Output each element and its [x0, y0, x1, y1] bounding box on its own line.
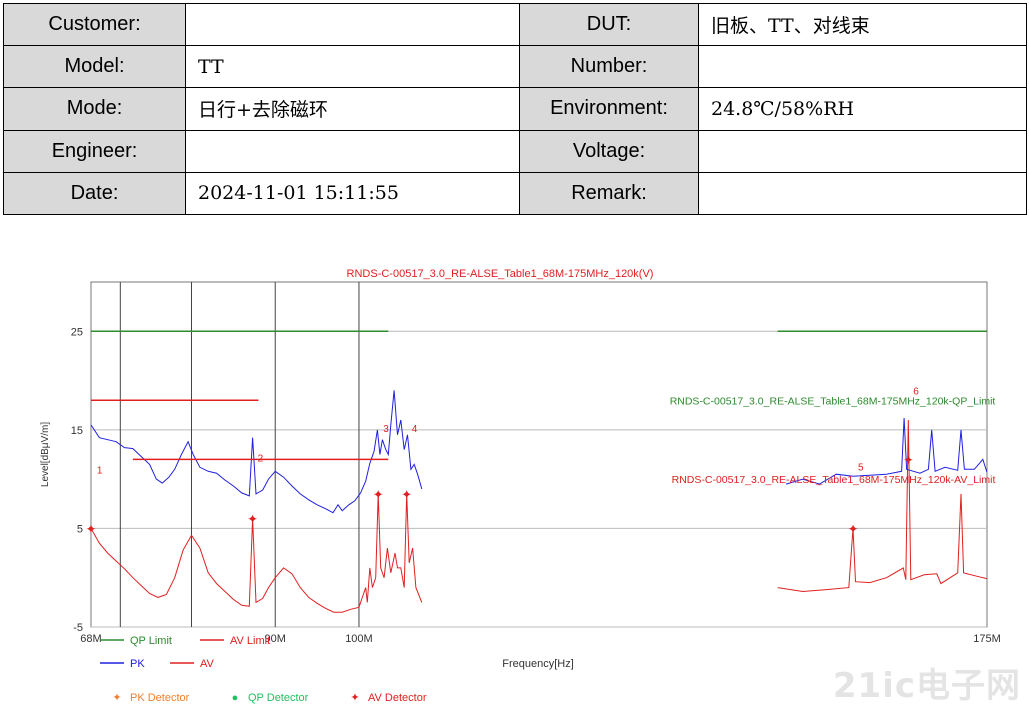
- mode-value: 日行+去除磁环: [185, 87, 520, 131]
- y-axis-label: Level[dBμV/m]: [40, 422, 51, 487]
- marker-label: 3: [383, 424, 389, 435]
- plot-frame: [90, 281, 988, 628]
- customer-value: [185, 2, 520, 47]
- av-detector-point: ✦: [86, 521, 97, 536]
- table-row: Engineer: Voltage:: [3, 129, 1027, 173]
- engineer-value: [185, 129, 520, 173]
- voltage-value: [698, 129, 1027, 173]
- model-label: Model:: [3, 45, 186, 89]
- engineer-label: Engineer:: [3, 129, 186, 173]
- limit-annotation: RNDS-C-00517_3.0_RE-ALSE_Table1_68M-175M…: [672, 474, 996, 486]
- x-tick-label: 100M: [345, 633, 373, 645]
- table-row: Model: TT Number:: [3, 45, 1027, 89]
- y-tick-label: 15: [71, 425, 83, 437]
- legend-label: QP Limit: [130, 635, 172, 647]
- marker-label: 1: [97, 465, 103, 476]
- av-detector-point: ✦: [401, 487, 412, 502]
- legend-detector-label: QP Detector: [248, 692, 309, 704]
- table-row: Customer: DUT: 旧板、TT、对线束: [3, 2, 1027, 47]
- legend-label: PK: [130, 658, 145, 670]
- number-label: Number:: [519, 45, 699, 89]
- emission-chart: RNDS-C-00517_3.0_RE-ALSE_Table1_68M-175M…: [40, 268, 1001, 704]
- x-axis-label: Frequency[Hz]: [502, 658, 574, 670]
- legend-label: AV Limit: [230, 635, 270, 647]
- number-value: [698, 45, 1027, 89]
- chart-title: RNDS-C-00517_3.0_RE-ALSE_Table1_68M-175M…: [347, 268, 654, 280]
- mode-label: Mode:: [3, 87, 186, 131]
- y-tick-label: 25: [71, 326, 83, 338]
- av-detector-point: ✦: [848, 521, 859, 536]
- environment-value: 24.8℃/58%RH: [698, 87, 1027, 131]
- remark-label: Remark:: [519, 171, 699, 216]
- marker-label: 5: [858, 462, 864, 473]
- date-label: Date:: [3, 171, 186, 216]
- av-detector-point: ✦: [903, 452, 914, 467]
- y-tick-label: 5: [77, 523, 83, 535]
- watermark-logo: 21ic电子网: [832, 666, 1021, 706]
- legend-detector-label: AV Detector: [368, 692, 427, 704]
- dut-value: 旧板、TT、对线束: [698, 2, 1027, 47]
- customer-label: Customer:: [3, 2, 186, 47]
- model-value: TT: [185, 45, 520, 89]
- test-info-table: Customer: DUT: 旧板、TT、对线束 Model: TT Numbe…: [3, 2, 1027, 216]
- voltage-label: Voltage:: [519, 129, 699, 173]
- environment-label: Environment:: [519, 87, 699, 131]
- dut-label: DUT:: [519, 2, 699, 47]
- date-value: 2024-11-01 15:11:55: [185, 171, 520, 216]
- legend-detector-label: PK Detector: [130, 692, 190, 704]
- av-detector-point: ✦: [247, 512, 258, 527]
- table-row: Date: 2024-11-01 15:11:55 Remark:: [3, 171, 1027, 216]
- marker-label: 4: [412, 424, 418, 435]
- marker-label: 2: [258, 453, 264, 464]
- x-tick-label: 68M: [80, 633, 101, 645]
- legend-detector-symbol: ●: [232, 692, 239, 704]
- legend-label: AV: [200, 658, 215, 670]
- av-detector-point: ✦: [373, 487, 384, 502]
- legend-detector-symbol: ✦: [112, 692, 121, 704]
- limit-annotation: RNDS-C-00517_3.0_RE-ALSE_Table1_68M-175M…: [670, 395, 996, 407]
- table-row: Mode: 日行+去除磁环 Environment: 24.8℃/58%RH: [3, 87, 1027, 131]
- marker-label: 6: [913, 386, 919, 397]
- legend-detector-symbol: ✦: [350, 692, 359, 704]
- remark-value: [698, 171, 1027, 216]
- x-tick-label: 175M: [973, 633, 1001, 645]
